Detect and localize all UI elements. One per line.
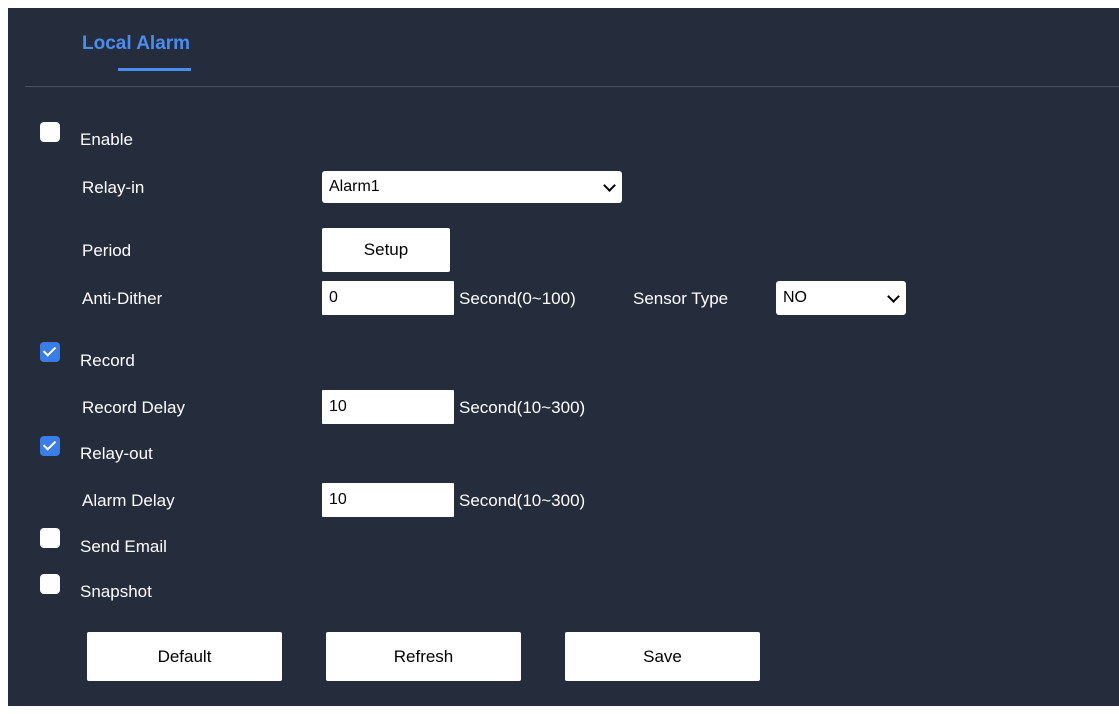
active-tab-indicator [118,68,191,71]
sensor-type-value: NO [783,289,807,306]
record-checkbox[interactable] [40,342,60,362]
period-setup-button[interactable]: Setup [322,228,450,272]
snapshot-checkbox[interactable] [40,574,60,594]
relay-in-label: Relay-in [82,178,145,197]
record-label: Record [80,351,135,370]
relay-out-checkbox[interactable] [40,436,60,456]
record-delay-input[interactable]: 10 [322,390,454,424]
save-button[interactable]: Save [565,632,760,681]
tab-divider [25,86,1119,87]
tab-local-alarm[interactable]: Local Alarm [82,33,190,55]
refresh-button[interactable]: Refresh [326,632,521,681]
relay-in-value: Alarm1 [329,178,380,195]
alarm-delay-unit: Second(10~300) [459,491,586,510]
period-label: Period [82,241,132,260]
snapshot-label: Snapshot [80,582,152,601]
alarm-delay-label: Alarm Delay [82,491,175,510]
anti-dither-label: Anti-Dither [82,289,163,308]
enable-label: Enable [80,130,133,149]
relay-out-label: Relay-out [80,444,153,463]
anti-dither-input[interactable]: 0 [322,281,454,315]
sensor-type-select[interactable]: NO [776,281,906,315]
send-email-checkbox[interactable] [40,528,60,548]
alarm-delay-input[interactable]: 10 [322,483,454,517]
record-delay-unit: Second(10~300) [459,398,586,417]
record-delay-label: Record Delay [82,398,185,417]
anti-dither-unit: Second(0~100) [459,289,576,308]
sensor-type-label: Sensor Type [633,289,729,308]
send-email-label: Send Email [80,537,167,556]
enable-checkbox[interactable] [40,122,60,142]
default-button[interactable]: Default [87,632,282,681]
chevron-down-icon [603,179,616,192]
chevron-down-icon [887,290,900,303]
local-alarm-panel: Local Alarm Enable Relay-in Alarm1 Perio… [8,8,1119,706]
relay-in-select[interactable]: Alarm1 [322,171,622,203]
